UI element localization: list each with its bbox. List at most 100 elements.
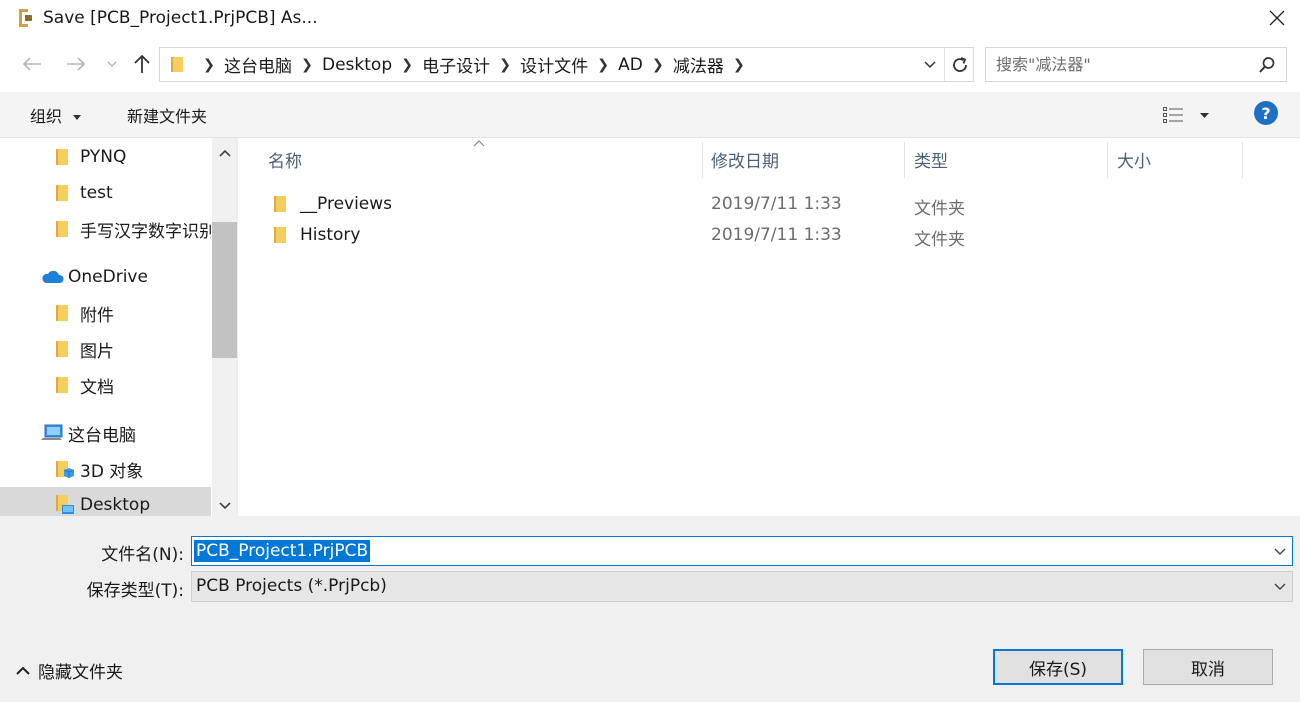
column-header-size[interactable]: 大小 xyxy=(1117,138,1237,180)
close-icon xyxy=(1269,10,1285,26)
file-row-previews[interactable]: __Previews 2019/7/11 1:33 文件夹 xyxy=(264,190,1244,220)
nav-item-attachments[interactable]: 附件 xyxy=(0,295,211,331)
arrow-right-icon xyxy=(67,57,86,71)
navigation-pane: PYNQ test 手写汉字数字识别 OneDrive 附件 图片 文档 这台电… xyxy=(0,138,238,516)
save-button[interactable]: 保存(S) xyxy=(993,649,1123,685)
back-button[interactable] xyxy=(16,48,48,80)
file-name: __Previews xyxy=(300,194,393,214)
file-row-history[interactable]: History 2019/7/11 1:33 文件夹 xyxy=(264,221,1244,251)
column-header-modified[interactable]: 修改日期 xyxy=(711,138,901,180)
altium-app-icon xyxy=(19,9,32,27)
chevron-down-icon xyxy=(1274,583,1286,590)
forward-button[interactable] xyxy=(60,48,92,80)
chevron-right-icon[interactable]: ❯ xyxy=(294,57,320,73)
filetype-label: 保存类型(T): xyxy=(86,581,184,601)
refresh-button[interactable] xyxy=(944,48,974,81)
folder-icon xyxy=(171,57,183,72)
desktop-folder-icon xyxy=(56,495,74,514)
nav-item-label: Desktop xyxy=(80,495,151,515)
nav-scrollbar[interactable] xyxy=(212,138,237,516)
save-as-dialog: Save [PCB_Project1.PrjPCB] As... ❯ 这台电脑 … xyxy=(0,0,1300,702)
nav-item-label: 这台电脑 xyxy=(68,425,136,446)
breadcrumb-item[interactable]: Desktop xyxy=(320,55,394,75)
chevron-up-icon xyxy=(16,666,30,675)
nav-item-label: 文档 xyxy=(80,377,114,398)
chevron-right-icon[interactable]: ❯ xyxy=(590,57,616,73)
chevron-down-icon xyxy=(924,60,936,68)
breadcrumb-item[interactable]: AD xyxy=(616,55,645,75)
nav-item-onedrive[interactable]: OneDrive xyxy=(0,259,211,295)
chevron-down-icon xyxy=(218,501,231,509)
nav-item-desktop[interactable]: Desktop xyxy=(0,487,211,516)
filename-field[interactable]: PCB_Project1.PrjPCB xyxy=(191,536,1293,566)
filetype-dropdown[interactable] xyxy=(1268,572,1292,601)
filetype-value: PCB Projects (*.PrjPcb) xyxy=(196,576,387,596)
3d-objects-icon xyxy=(56,461,74,478)
cancel-button[interactable]: 取消 xyxy=(1143,649,1273,685)
filename-value[interactable]: PCB_Project1.PrjPCB xyxy=(194,540,371,562)
organize-button[interactable]: 组织 xyxy=(30,103,82,127)
chevron-right-icon[interactable]: ❯ xyxy=(726,57,752,73)
nav-item-pynq[interactable]: PYNQ xyxy=(0,139,211,175)
nav-item-label: OneDrive xyxy=(68,267,148,287)
column-divider[interactable] xyxy=(702,142,703,178)
chevron-down-icon xyxy=(107,61,117,67)
title-bar: Save [PCB_Project1.PrjPCB] As... xyxy=(0,0,1300,36)
address-bar[interactable]: ❯ 这台电脑 ❯ Desktop ❯ 电子设计 ❯ 设计文件 ❯ AD ❯ 减法… xyxy=(159,47,974,82)
search-input[interactable] xyxy=(986,48,1250,81)
computer-icon xyxy=(41,424,63,440)
arrow-left-icon xyxy=(22,57,41,71)
nav-item-pictures[interactable]: 图片 xyxy=(0,331,211,367)
chevron-right-icon[interactable]: ❯ xyxy=(394,57,420,73)
search-icon[interactable] xyxy=(1258,56,1276,74)
nav-item-label: test xyxy=(80,183,113,203)
breadcrumb: ❯ 这台电脑 ❯ Desktop ❯ 电子设计 ❯ 设计文件 ❯ AD ❯ 减法… xyxy=(196,48,752,81)
scroll-up-button[interactable] xyxy=(212,142,237,164)
breadcrumb-item[interactable]: 电子设计 xyxy=(420,52,492,77)
details-view-icon xyxy=(1163,107,1183,123)
scroll-thumb[interactable] xyxy=(212,222,237,358)
folder-icon xyxy=(56,377,68,393)
change-view-button[interactable] xyxy=(1162,102,1218,128)
breadcrumb-item[interactable]: 设计文件 xyxy=(518,52,590,77)
help-icon: ? xyxy=(1261,103,1271,123)
nav-item-this-pc[interactable]: 这台电脑 xyxy=(0,415,211,451)
nav-item-3d-objects[interactable]: 3D 对象 xyxy=(0,451,211,487)
column-divider[interactable] xyxy=(1242,142,1243,178)
help-button[interactable]: ? xyxy=(1254,101,1278,125)
nav-item-documents[interactable]: 文档 xyxy=(0,367,211,403)
nav-item-test[interactable]: test xyxy=(0,175,211,211)
up-button[interactable] xyxy=(126,48,158,80)
nav-item-label: 3D 对象 xyxy=(80,461,144,482)
arrow-up-icon xyxy=(134,54,150,73)
scroll-down-button[interactable] xyxy=(212,494,237,516)
window-title: Save [PCB_Project1.PrjPCB] As... xyxy=(43,8,318,28)
column-divider[interactable] xyxy=(1107,142,1108,178)
save-form: 文件名(N): PCB_Project1.PrjPCB 保存类型(T): PCB… xyxy=(0,516,1300,702)
cloud-icon xyxy=(42,270,64,283)
folder-icon xyxy=(274,196,286,212)
folder-icon xyxy=(56,305,68,321)
chevron-right-icon[interactable]: ❯ xyxy=(645,57,671,73)
close-button[interactable] xyxy=(1254,0,1300,36)
caret-down-icon xyxy=(1200,112,1209,118)
column-divider[interactable] xyxy=(904,142,905,178)
filename-dropdown[interactable] xyxy=(1268,537,1292,565)
file-list: 名称 修改日期 类型 大小 __Previews 2019/7/11 1:33 … xyxy=(240,138,1300,516)
nav-item-label: PYNQ xyxy=(80,147,127,167)
column-header-type[interactable]: 类型 xyxy=(914,138,1104,180)
recent-locations-button[interactable] xyxy=(100,48,124,80)
nav-item-handwriting[interactable]: 手写汉字数字识别 xyxy=(0,211,211,247)
chevron-down-icon xyxy=(1274,548,1286,555)
file-type: 文件夹 xyxy=(914,230,965,250)
breadcrumb-item[interactable]: 这台电脑 xyxy=(222,52,294,77)
new-folder-button[interactable]: 新建文件夹 xyxy=(127,103,207,127)
address-history-dropdown[interactable] xyxy=(918,48,942,81)
hide-folders-button[interactable]: 隐藏文件夹 xyxy=(16,658,123,683)
filetype-select[interactable]: PCB Projects (*.PrjPcb) xyxy=(191,571,1293,602)
organize-label: 组织 xyxy=(30,107,63,126)
search-box[interactable] xyxy=(985,47,1287,82)
chevron-right-icon[interactable]: ❯ xyxy=(492,57,518,73)
breadcrumb-item[interactable]: 减法器 xyxy=(671,52,726,77)
column-header-name[interactable]: 名称 xyxy=(268,138,700,180)
